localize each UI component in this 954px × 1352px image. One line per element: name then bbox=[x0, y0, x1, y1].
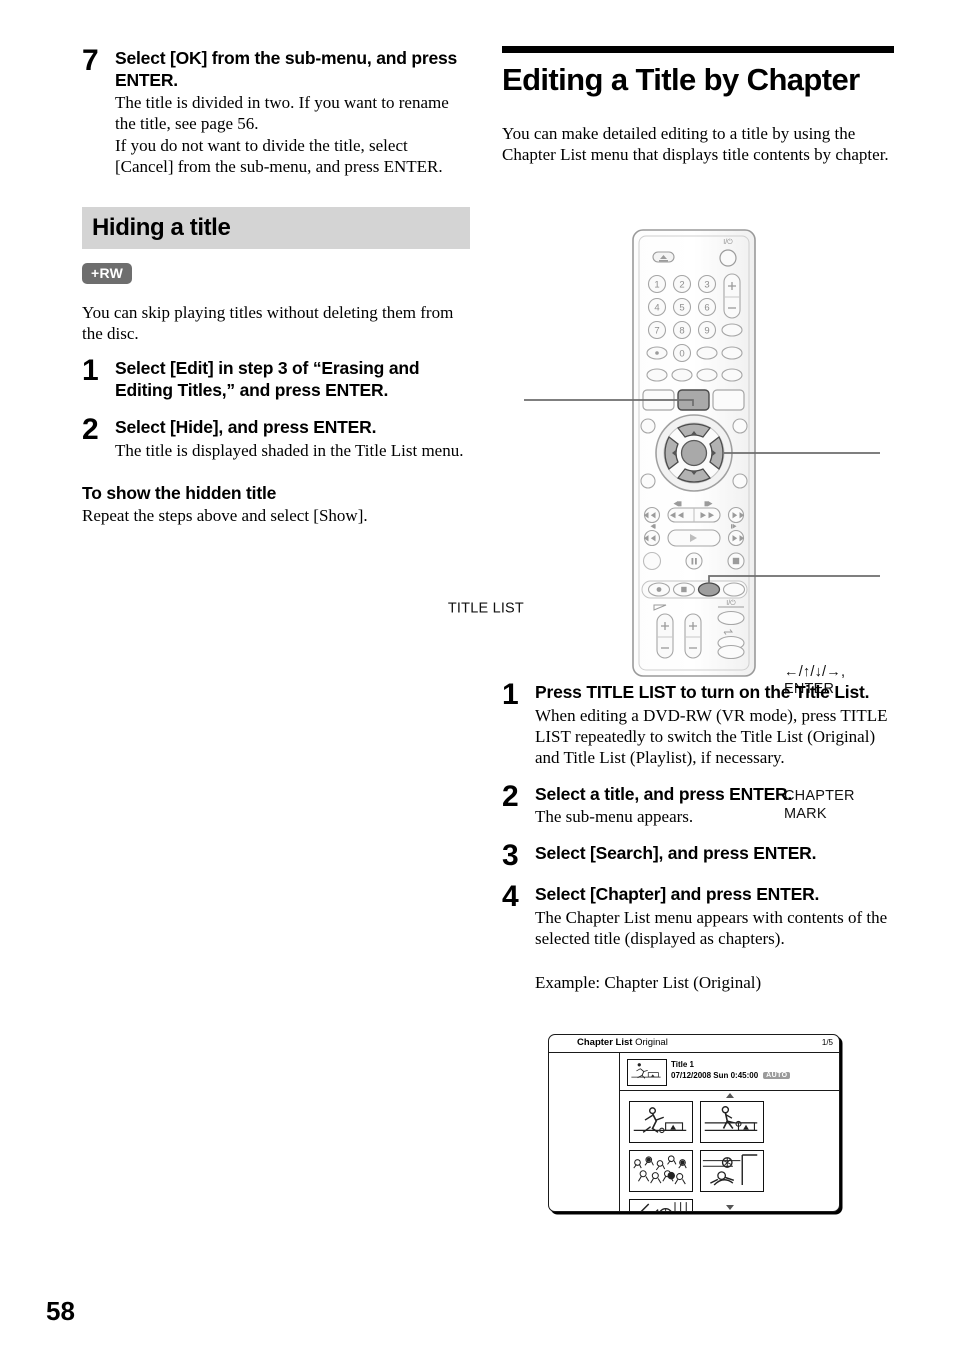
svg-text:1: 1 bbox=[654, 280, 659, 291]
hiding-step-2-title: Select [Hide], and press ENTER. bbox=[115, 417, 377, 437]
dpad-right bbox=[709, 436, 724, 470]
chapter-step-3-title: Select [Search], and press ENTER. bbox=[535, 843, 817, 863]
chapter-step-3-number: 3 bbox=[502, 839, 519, 872]
svg-text:5: 5 bbox=[679, 303, 684, 314]
step-7-body-1: The title is divided in two. If you want… bbox=[115, 93, 449, 133]
hiding-step-1-number: 1 bbox=[82, 354, 99, 387]
thumb-art-player-kicking-icon bbox=[701, 1102, 761, 1140]
section-header-band: Hiding a title bbox=[82, 207, 470, 249]
chapter-step-4-body: The Chapter List menu appears with conte… bbox=[535, 907, 888, 948]
step-7: 7 Select [OK] from the sub-menu, and pre… bbox=[82, 46, 470, 177]
sub-heading-show-hidden: To show the hidden title bbox=[82, 482, 277, 503]
title-name: Title 1 bbox=[671, 1060, 694, 1069]
chapter-list-sidebar bbox=[549, 1053, 620, 1211]
step-7-number: 7 bbox=[82, 44, 99, 77]
chapter-step-3: 3 Select [Search], and press ENTER. bbox=[502, 841, 894, 871]
sub-heading-body: Repeat the steps above and select [Show]… bbox=[82, 505, 368, 525]
svg-text:4: 4 bbox=[654, 303, 659, 314]
dpad-up bbox=[677, 423, 711, 438]
chapter-mark-button-highlight bbox=[697, 582, 721, 597]
step-7-title: Select [OK] from the sub-menu, and press… bbox=[115, 48, 458, 90]
chapter-step-1: 1 Press TITLE LIST to turn on the Title … bbox=[502, 680, 894, 768]
enter-button bbox=[680, 439, 708, 467]
page-title: Editing a Title by Chapter bbox=[502, 62, 860, 97]
svg-text:8: 8 bbox=[679, 326, 684, 337]
chapter-step-2-number: 2 bbox=[502, 779, 519, 813]
title-thumbnail bbox=[627, 1059, 667, 1086]
chapter-list-window: Chapter List Original 1/5 Title 1 07/12/… bbox=[548, 1034, 840, 1212]
chapter-list-title-bold: Chapter List bbox=[577, 1037, 633, 1048]
dpad-left bbox=[664, 436, 679, 470]
svg-text:9: 9 bbox=[704, 326, 709, 337]
svg-text:6: 6 bbox=[704, 303, 709, 314]
callout-title-list: TITLE LIST bbox=[447, 600, 524, 617]
title-meta: 07/12/2008 Sun 0:45:00 bbox=[671, 1071, 759, 1080]
chapter-thumbnail-grid bbox=[629, 1101, 829, 1211]
hiding-step-2-number: 2 bbox=[82, 413, 99, 446]
remote-control-illustration: I/⏻ 1 2 3 4 5 6 7 8 9 0 I/⏻ bbox=[524, 229, 880, 677]
section-heading: Hiding a title bbox=[92, 214, 231, 241]
chapter-step-2: 2 Select a title, and press ENTER. The s… bbox=[502, 779, 894, 828]
right-column: Editing a Title by Chapter You can make … bbox=[502, 46, 894, 165]
scroll-up-arrow-icon[interactable] bbox=[725, 1093, 734, 1098]
disc-type-badge: +RW bbox=[82, 263, 133, 284]
svg-text:7: 7 bbox=[654, 326, 659, 337]
chapter-step-4: 4 Select [Chapter] and press ENTER. The … bbox=[502, 882, 894, 993]
hiding-step-1-title: Select [Edit] in step 3 of “Erasing and … bbox=[115, 358, 420, 400]
chapter-list-title-mode: Original bbox=[635, 1037, 668, 1048]
chapter-list-screenshot: Chapter List Original 1/5 Title 1 07/12/… bbox=[548, 1034, 840, 1212]
svg-text:3: 3 bbox=[704, 280, 709, 291]
thumb-art-ball-net-icon bbox=[630, 1200, 690, 1211]
chapter-thumbnail[interactable] bbox=[629, 1150, 693, 1192]
chapter-step-1-title: Press TITLE LIST to turn on the Title Li… bbox=[535, 682, 870, 702]
chapter-thumbnail[interactable] bbox=[629, 1101, 693, 1143]
chapter-thumbnail[interactable] bbox=[700, 1150, 764, 1192]
manual-page: 7 Select [OK] from the sub-menu, and pre… bbox=[0, 0, 954, 1352]
svg-text:I/⏻: I/⏻ bbox=[726, 599, 736, 607]
remote-control-figure: I/⏻ 1 2 3 4 5 6 7 8 9 0 I/⏻ TITLE LIST ←/↑/↓/→… bbox=[448, 228, 902, 822]
hiding-step-2: 2 Select [Hide], and press ENTER. The ti… bbox=[82, 415, 470, 461]
hiding-step-1: 1 Select [Edit] in step 3 of “Erasing an… bbox=[82, 356, 470, 401]
disc-badge-row: +RW bbox=[82, 249, 470, 284]
chapter-step-4-number: 4 bbox=[502, 880, 519, 913]
left-column: 7 Select [OK] from the sub-menu, and pre… bbox=[82, 46, 470, 526]
chapter-step-1-number: 1 bbox=[502, 678, 519, 711]
chapter-thumbnail[interactable] bbox=[629, 1199, 693, 1211]
callout-dpad-line1: ←/↑/↓/→, bbox=[784, 664, 846, 680]
chapter-thumbnail[interactable] bbox=[700, 1101, 764, 1143]
chapter-thumbnail-grid-area bbox=[620, 1091, 839, 1211]
thumb-art-goalkeeper-icon bbox=[701, 1151, 761, 1189]
title-info-text: Title 1 07/12/2008 Sun 0:45:00 AUTO bbox=[671, 1060, 791, 1080]
chapter-step-4-title: Select [Chapter] and press ENTER. bbox=[535, 884, 820, 904]
dpad-down bbox=[677, 468, 711, 483]
hiding-step-2-body: The title is displayed shaded in the Tit… bbox=[115, 440, 464, 460]
right-column-steps: 1 Press TITLE LIST to turn on the Title … bbox=[502, 680, 894, 997]
svg-text:0: 0 bbox=[679, 349, 684, 360]
chapter-list-page-indicator: 1/5 bbox=[821, 1038, 833, 1047]
chapter-list-title-bar: Chapter List Original 1/5 bbox=[549, 1035, 839, 1053]
thumb-art-player-running-icon bbox=[630, 1102, 690, 1140]
chapter-list-body: Title 1 07/12/2008 Sun 0:45:00 AUTO bbox=[549, 1053, 839, 1211]
thumb-art-runner-icon bbox=[628, 1060, 664, 1083]
chapter-step-2-title: Select a title, and press ENTER. bbox=[535, 783, 793, 804]
svg-text:2: 2 bbox=[679, 280, 684, 291]
title-info-row: Title 1 07/12/2008 Sun 0:45:00 AUTO bbox=[620, 1053, 839, 1091]
rec-mode-badge: AUTO bbox=[763, 1072, 791, 1079]
title-meta-row: 07/12/2008 Sun 0:45:00 AUTO bbox=[671, 1071, 791, 1080]
chapter-step-1-body: When editing a DVD-RW (VR mode), press T… bbox=[535, 705, 888, 767]
chapter-intro: You can make detailed editing to a title… bbox=[502, 124, 889, 164]
title-rule bbox=[502, 46, 894, 53]
page-number: 58 bbox=[46, 1296, 75, 1326]
example-label: Example: Chapter List (Original) bbox=[535, 972, 762, 992]
section-intro: You can skip playing titles without dele… bbox=[82, 303, 454, 343]
chapter-list-title: Chapter List Original bbox=[577, 1037, 668, 1048]
svg-text:I/⏻: I/⏻ bbox=[723, 238, 733, 246]
step-7-body-2: If you do not want to divide the title, … bbox=[115, 136, 443, 176]
thumb-art-crowd-icon bbox=[630, 1151, 690, 1189]
chapter-step-2-body: The sub-menu appears. bbox=[535, 807, 694, 826]
chapter-list-main: Title 1 07/12/2008 Sun 0:45:00 AUTO bbox=[620, 1053, 839, 1211]
